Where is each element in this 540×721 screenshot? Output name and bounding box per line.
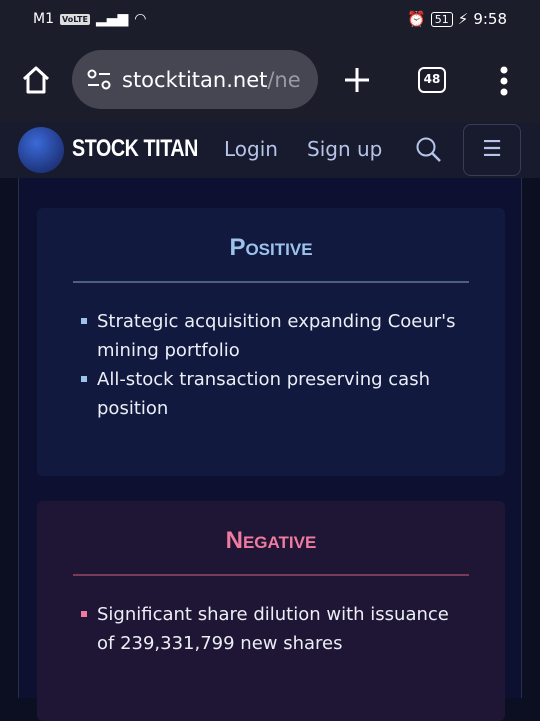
url-host: stocktitan.net: [122, 67, 268, 92]
negative-card: Negative Significant share dilution with…: [37, 501, 505, 721]
home-icon[interactable]: [20, 64, 52, 96]
negative-title: Negative: [225, 527, 317, 554]
list-item: All-stock transaction preserving cash po…: [81, 365, 465, 423]
wifi-icon: ◠: [134, 11, 147, 27]
negative-list: Significant share dilution with issuance…: [81, 600, 465, 658]
tab-switcher-button[interactable]: 48: [418, 67, 446, 93]
status-bar: M1 VoLTE ▂▄▆ ◠ ⏰ 51 ⚡ 9:58: [0, 0, 540, 40]
list-item: Strategic acquisition expanding Coeur's …: [81, 307, 465, 365]
alarm-icon: ⏰: [407, 10, 426, 28]
positive-card: Positive Strategic acquisition expanding…: [37, 208, 505, 476]
charging-icon: ⚡: [457, 10, 469, 28]
positive-title: Positive: [229, 234, 313, 261]
divider: [73, 574, 469, 576]
search-icon[interactable]: [415, 136, 443, 164]
signup-link[interactable]: Sign up: [307, 137, 382, 161]
url-path: /ne: [267, 67, 301, 92]
carrier: M1: [33, 11, 54, 27]
content-panel: Positive Strategic acquisition expanding…: [18, 178, 522, 721]
new-tab-icon[interactable]: [343, 66, 371, 94]
battery-icon: 51: [430, 11, 453, 27]
site-header: STOCK TITAN Login Sign up ☰: [0, 122, 540, 178]
browser-toolbar: stocktitan.net/ne 48: [0, 40, 540, 122]
more-menu-icon[interactable]: [498, 66, 510, 96]
login-link[interactable]: Login: [224, 137, 278, 161]
hamburger-menu-button[interactable]: ☰: [463, 124, 521, 176]
list-item: Significant share dilution with issuance…: [81, 600, 465, 658]
volte-badge: VoLTE: [60, 13, 90, 25]
stock-titan-logo[interactable]: [18, 127, 64, 173]
site-settings-icon[interactable]: [86, 69, 112, 91]
signal-icon: ▂▄▆: [95, 11, 129, 27]
address-bar[interactable]: stocktitan.net/ne: [72, 50, 318, 109]
positive-list: Strategic acquisition expanding Coeur's …: [81, 307, 465, 423]
brand-name[interactable]: STOCK TITAN: [72, 135, 198, 163]
clock: 9:58: [473, 10, 507, 28]
divider: [73, 281, 469, 283]
